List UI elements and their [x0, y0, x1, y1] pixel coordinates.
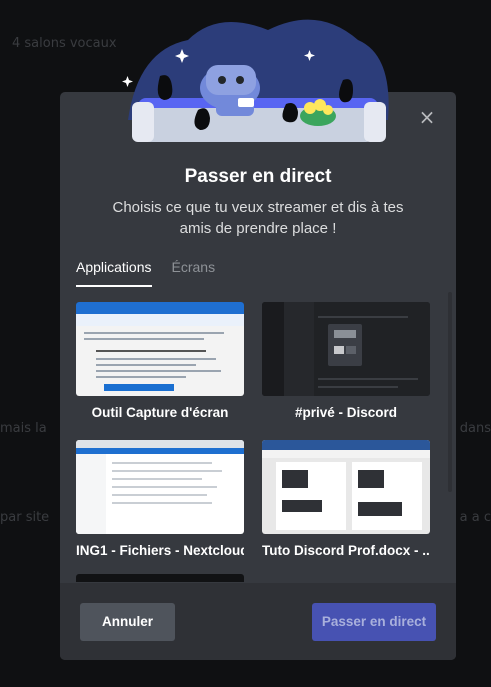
source-thumbnail [76, 302, 244, 396]
modal-footer: Annuler Passer en direct [60, 583, 456, 660]
source-label: #privé - Discord [294, 405, 398, 420]
source-label: Outil Capture d'écran [91, 405, 229, 420]
tab-screens[interactable]: Écrans [172, 259, 216, 287]
cancel-button[interactable]: Annuler [80, 603, 175, 641]
source-thumbnail [76, 440, 244, 534]
go-live-modal: × Passer en direct Choisis ce que tu veu… [60, 92, 456, 660]
source-thumbnail [262, 302, 430, 396]
source-grid: Outil Capture d'écran #privé - Discord I… [60, 292, 456, 582]
source-card-discord[interactable]: #privé - Discord [262, 302, 430, 420]
modal-title: Passer en direct [184, 166, 332, 187]
background-text: mais la [0, 421, 47, 436]
source-tabs: Applications Écrans [76, 259, 215, 287]
go-live-illustration [122, 19, 389, 142]
source-label: Tuto Discord Prof.docx - ... [262, 543, 430, 558]
go-live-button[interactable]: Passer en direct [312, 603, 436, 641]
source-card-nextcloud[interactable]: ING1 - Fichiers - Nextcloud... [76, 440, 244, 558]
background-text: par site [0, 510, 50, 525]
tab-applications[interactable]: Applications [76, 259, 152, 287]
background-text: a a c [459, 510, 491, 525]
source-card-word-doc[interactable]: Tuto Discord Prof.docx - ... [262, 440, 430, 558]
close-icon[interactable]: × [416, 106, 438, 128]
background-text: dans [459, 421, 491, 436]
voice-channels-label: 4 salons vocaux [12, 36, 117, 51]
source-thumbnail [262, 440, 430, 534]
modal-subtitle: Choisis ce que tu veux streamer et dis à… [112, 199, 404, 237]
scrollbar[interactable] [448, 292, 452, 492]
source-card-snipping-tool[interactable]: Outil Capture d'écran [76, 302, 244, 420]
source-card-partial[interactable] [76, 574, 244, 582]
source-label: ING1 - Fichiers - Nextcloud... [76, 543, 244, 558]
source-thumbnail [76, 574, 244, 582]
